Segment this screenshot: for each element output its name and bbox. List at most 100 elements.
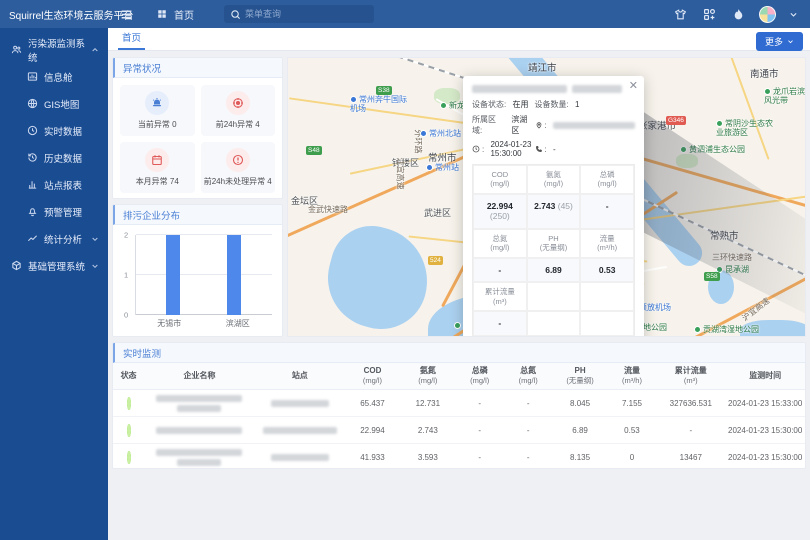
- metric-label: 流量(m³/h): [580, 229, 634, 258]
- layout-icon[interactable]: [701, 6, 717, 22]
- column-header-总磷: 总磷(mg/l): [456, 363, 504, 390]
- road-shield: S38: [376, 86, 392, 95]
- map-label-poi-blue: 常州奔牛国际机场: [350, 96, 408, 114]
- realtime-monitor-panel: 实时监测 状态企业名称站点COD(mg/l)氨氮(mg/l)总磷(mg/l)总氮…: [112, 342, 806, 469]
- cell-value: -: [656, 417, 725, 444]
- cell-value: 8.045: [552, 390, 607, 417]
- menu-search[interactable]: [224, 5, 374, 23]
- theme-icon[interactable]: [672, 6, 688, 22]
- sidebar-item-0[interactable]: 污染源监测系统: [0, 36, 108, 63]
- sidebar-item-7[interactable]: 统计分析: [0, 225, 108, 252]
- sidebar-item-label: GIS地图: [44, 97, 79, 111]
- table-row[interactable]: 41.9333.593--8.1350134672024-01-23 15:30…: [113, 444, 805, 470]
- realtime-panel-title: 实时监测: [113, 343, 805, 363]
- abnormal-card-3[interactable]: 前24h未处理异常 4: [201, 142, 276, 193]
- map-label-road: 江宜高速: [395, 158, 406, 190]
- map-label-city: 南通市: [750, 66, 779, 80]
- sidebar-item-1[interactable]: 信息舱: [0, 63, 108, 90]
- transport-poi-icon: [420, 130, 427, 137]
- region-label: 所属区域:: [472, 114, 505, 136]
- station-name-redacted: [271, 400, 329, 407]
- enterprise-distribution-panel: 排污企业分布 012 无锡市滨湖区: [112, 204, 283, 337]
- sidebar-item-6[interactable]: 预警管理: [0, 198, 108, 225]
- map-label-poi-green: 龙爪岩滨江风光带: [764, 88, 806, 106]
- cell-value: 2024-01-23 15:30:00: [725, 444, 805, 470]
- map[interactable]: ✕ 设备状态: 在用 设备数量: 1 所属区域: 滨湖区 : : 2024-01…: [287, 57, 806, 337]
- close-icon[interactable]: ✕: [629, 79, 638, 92]
- y-tick: 0: [124, 311, 128, 320]
- table-row[interactable]: 65.43712.731--8.0457.155327636.5312024-0…: [113, 390, 805, 417]
- nav-home[interactable]: 首页: [154, 6, 194, 22]
- map-label-district: 武进区: [424, 206, 451, 219]
- park-poi-icon: [694, 326, 701, 333]
- abnormal-card-1[interactable]: 前24h异常 4: [201, 85, 276, 136]
- sidebar-item-8[interactable]: 基础管理系统: [0, 252, 108, 279]
- more-button[interactable]: 更多: [756, 32, 803, 51]
- sidebar-item-label: 信息舱: [44, 70, 73, 84]
- clock-icon: [472, 145, 480, 153]
- transport-poi-icon: [426, 164, 433, 171]
- app-header: Squirrel生态环境云服务平台 首页: [0, 0, 810, 28]
- realtime-table: 状态企业名称站点COD(mg/l)氨氮(mg/l)总磷(mg/l)总氮(mg/l…: [113, 363, 805, 469]
- search-input[interactable]: [245, 9, 368, 19]
- company-name-redacted: [145, 449, 254, 466]
- trend-icon: [27, 233, 38, 244]
- sidebar-item-2[interactable]: GIS地图: [0, 90, 108, 117]
- sidebar-item-3[interactable]: 实时数据: [0, 117, 108, 144]
- abnormal-card-label: 前24h异常 4: [216, 119, 260, 130]
- abnormal-card-0[interactable]: 当前异常 0: [120, 85, 195, 136]
- status-dot-normal: [127, 397, 131, 410]
- cell-value: -: [456, 390, 504, 417]
- metric-value: -: [473, 311, 527, 336]
- nav-home-label: 首页: [174, 7, 194, 22]
- abnormal-panel-title: 异常状况: [113, 58, 282, 78]
- address-redacted: [553, 122, 635, 129]
- chevron-up-icon: [91, 46, 99, 54]
- sidebar-item-4[interactable]: 历史数据: [0, 144, 108, 171]
- tab-home[interactable]: 首页: [118, 27, 145, 50]
- flame-icon[interactable]: [730, 6, 746, 22]
- popup-metrics-table: COD(mg/l)氨氮(mg/l)总磷(mg/l)22.994 (250)2.7…: [472, 164, 635, 337]
- table-row[interactable]: 22.9942.743--6.890.53-2024-01-23 15:30:0…: [113, 417, 805, 444]
- phone-icon: [535, 145, 543, 153]
- sidebar-item-label: 基础管理系统: [28, 259, 85, 273]
- cell-value: 0.53: [608, 417, 656, 444]
- cell-value: 12.731: [400, 390, 455, 417]
- barchart-icon: [27, 179, 38, 190]
- station-name-redacted: [271, 454, 329, 461]
- column-header-总氮: 总氮(mg/l): [504, 363, 552, 390]
- device-status-value: 在用: [512, 99, 528, 110]
- metric-label: COD(mg/l): [473, 165, 527, 194]
- calendar-icon: [145, 148, 169, 172]
- map-label-road: 金武快速路: [308, 204, 348, 215]
- column-header-企业名称: 企业名称: [144, 363, 255, 390]
- menu-icon[interactable]: [118, 6, 134, 22]
- abnormal-card-label: 当前异常 0: [138, 119, 177, 130]
- cell-value: 327636.531: [656, 390, 725, 417]
- avatar[interactable]: [759, 6, 776, 23]
- abnormal-card-label: 前24h未处理异常 4: [204, 176, 272, 187]
- bar-chart: 012: [135, 235, 272, 315]
- popup-phone: -: [553, 145, 556, 154]
- globe-icon: [27, 98, 38, 109]
- road-shield: G346: [666, 116, 686, 125]
- sidebar-item-5[interactable]: 站点报表: [0, 171, 108, 198]
- apps-icon: [154, 6, 170, 22]
- cell-value: -: [504, 390, 552, 417]
- metric-label: 总磷(mg/l): [580, 165, 634, 194]
- map-label-poi-green: 常阴沙生态农业旅游区: [716, 120, 774, 138]
- cell-value: 7.155: [608, 390, 656, 417]
- cell-value: -: [504, 444, 552, 470]
- column-header-状态: 状态: [113, 363, 144, 390]
- search-icon: [230, 9, 241, 20]
- abnormal-card-2[interactable]: 本月异常 74: [120, 142, 195, 193]
- map-label-city: 常州市: [428, 150, 457, 164]
- bar-滨湖区: [227, 235, 241, 315]
- status-dot-normal: [127, 424, 131, 437]
- device-status-label: 设备状态:: [472, 99, 506, 110]
- x-tick-label: 无锡市: [135, 318, 204, 329]
- warning-icon: [226, 148, 250, 172]
- cell-value: 13467: [656, 444, 725, 470]
- chevron-down-icon[interactable]: [789, 6, 798, 22]
- abnormal-status-panel: 异常状况 当前异常 0 前24h异常 4 本月异常 74 前24h未处理异常 4: [112, 57, 283, 199]
